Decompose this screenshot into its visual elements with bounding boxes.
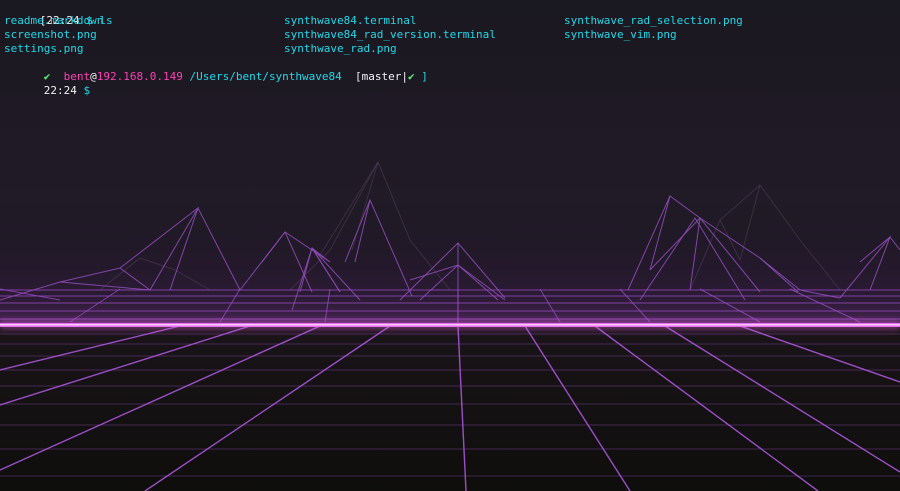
status-host: 192.168.0.149	[96, 70, 183, 83]
prompt-dollar: $	[83, 84, 91, 97]
status-line: ✔ bent@192.168.0.149 /Users/bent/synthwa…	[4, 56, 428, 83]
branch-clean-check-icon: ✔	[408, 70, 415, 83]
prompt-time: 22:24	[43, 84, 77, 97]
status-path: /Users/bent/synthwave84	[189, 70, 342, 83]
git-branch: master	[361, 70, 402, 83]
branch-bracket-open: [	[355, 70, 362, 83]
file-entry: synthwave84_rad_version.terminal	[284, 28, 496, 41]
file-entry: settings.png	[4, 42, 84, 55]
file-entry: synthwave_vim.png	[564, 28, 677, 41]
branch-bracket-close: ]	[414, 70, 428, 83]
file-entry: synthwave84.terminal	[284, 14, 417, 27]
horizon-line	[0, 320, 900, 330]
prompt-line-1: [22:24 $ ls	[0, 0, 113, 27]
file-entry: synthwave_rad_selection.png	[564, 14, 743, 27]
file-entry: readme.markdown	[4, 14, 104, 27]
terminal-window[interactable]: [22:24 $ ls readme.markdown screenshot.p…	[0, 0, 900, 491]
terminal-output[interactable]: [22:24 $ ls readme.markdown screenshot.p…	[0, 0, 900, 266]
file-entry: synthwave_rad.png	[284, 42, 397, 55]
status-at: @	[90, 70, 97, 83]
file-entry: screenshot.png	[4, 28, 97, 41]
prompt-line-2: 22:24 $	[4, 70, 90, 97]
